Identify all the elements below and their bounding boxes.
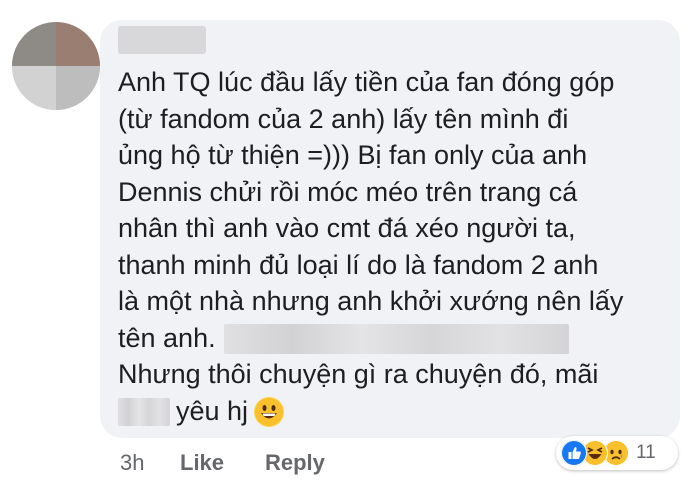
avatar[interactable]	[12, 22, 100, 110]
avatar-pixel	[12, 66, 56, 110]
comment-line-with-redaction: yêu hj	[118, 393, 673, 430]
comment-line: Anh TQ lúc đầu lấy tiền của fan đóng góp	[118, 67, 615, 97]
comment-line: là một nhà nhưng anh khởi xướng nên lấy	[118, 286, 624, 316]
comment-line: ủng hộ từ thiện =))) Bị fan only của anh	[118, 140, 588, 170]
comment-line-with-redaction: tên anh.	[118, 320, 673, 357]
comment-line: nhân thì anh vào cmt đá xéo người ta,	[118, 213, 576, 243]
comment-line: thanh minh đủ loại lí do là fandom 2 anh	[118, 249, 599, 280]
comment-line-text: tên anh.	[118, 322, 216, 353]
reactions-summary[interactable]: 11	[556, 436, 678, 470]
redacted-text	[118, 398, 170, 427]
comment-line: (từ fandom của 2 anh) lấy tên mình đi	[118, 103, 569, 134]
avatar-pixel	[12, 22, 56, 66]
avatar-pixel	[56, 66, 100, 110]
comment-text: Anh TQ lúc đầu lấy tiền của fan đóng góp…	[118, 64, 673, 429]
reaction-count: 11	[636, 442, 656, 463]
redacted-text	[223, 324, 569, 355]
comment-line: Dennis chửi rồi móc méo trên trang cá	[118, 176, 578, 207]
grinning-emoji-icon	[254, 397, 285, 428]
author-name-redacted[interactable]	[118, 26, 206, 54]
reply-button[interactable]: Reply	[265, 450, 325, 476]
like-reaction-icon	[561, 440, 587, 466]
comment-line: Nhưng thôi chuyện gì ra chuyện đó, mãi	[118, 359, 599, 389]
avatar-pixel	[56, 22, 100, 66]
like-button[interactable]: Like	[180, 450, 224, 476]
comment-line-text: yêu hj	[176, 395, 249, 426]
comment-timestamp[interactable]: 3h	[120, 450, 144, 476]
comment-bubble: Anh TQ lúc đầu lấy tiền của fan đóng góp…	[100, 20, 680, 438]
